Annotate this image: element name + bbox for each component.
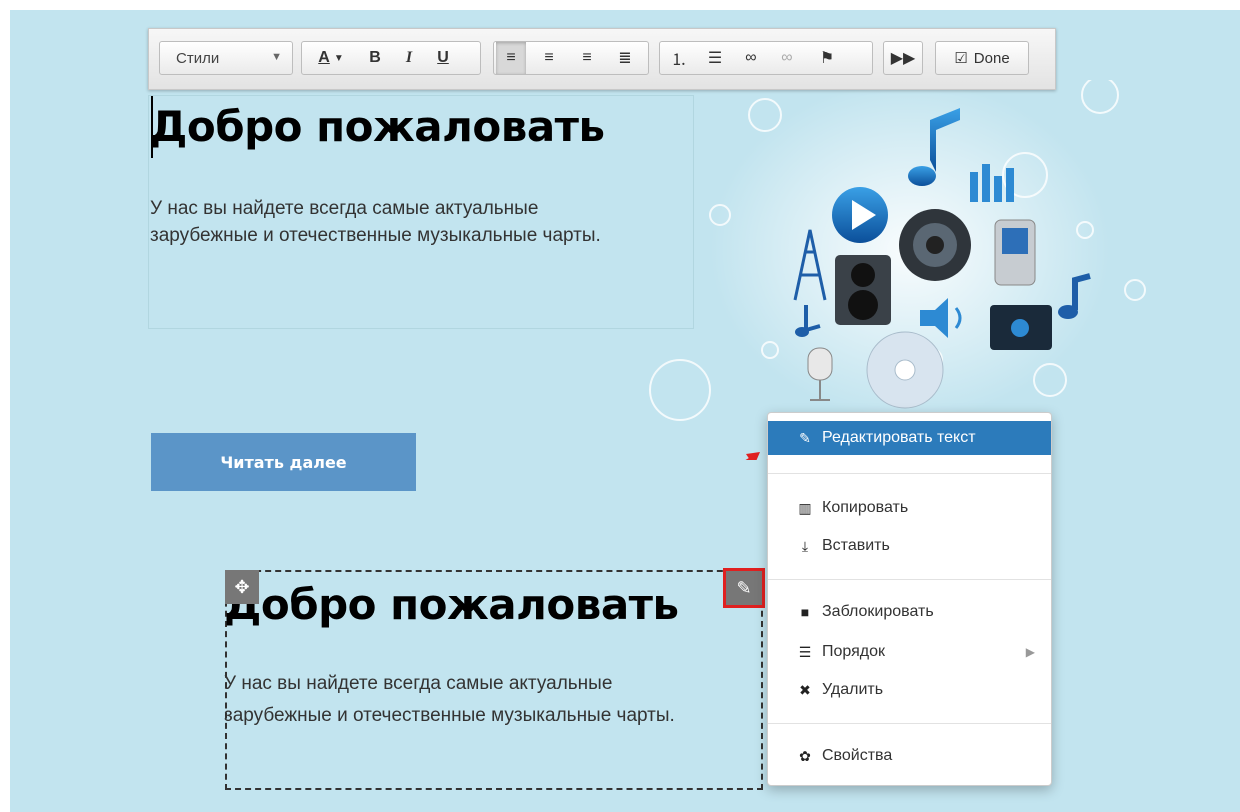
chevron-down-icon: ▼: [333, 52, 344, 64]
menu-item-label: Вставить: [822, 537, 890, 554]
check-square-icon: ☑: [954, 50, 968, 67]
italic-button[interactable]: I: [394, 42, 424, 74]
gear-icon: ✿: [799, 747, 811, 764]
text-editor-toolbar: Стили ▼ A ▼ B I U ≡ ≡ ≡ ≣ ⒈ ☰ ∞ ∞ ⚑ ▶▶ ☑…: [148, 28, 1056, 90]
menu-divider: [768, 579, 1051, 580]
done-button[interactable]: ☑ Done: [938, 42, 1026, 74]
chevron-right-icon: ▶: [1025, 645, 1035, 659]
menu-item-order[interactable]: ☰ Порядок ▶: [768, 635, 1051, 669]
list-link-group: ⒈ ☰ ∞ ∞ ⚑: [659, 41, 873, 75]
menu-item-label: Удалить: [822, 681, 884, 698]
menu-item-label: Редактировать текст: [822, 429, 976, 446]
done-label: Done: [973, 49, 1010, 67]
lock-icon: ■: [800, 604, 810, 620]
welcome-paragraph-2: У нас вы найдете всегда самые актуальные…: [224, 673, 675, 726]
format-group: A ▼ B I U: [301, 41, 481, 75]
forward-icon[interactable]: ▶▶: [888, 42, 918, 74]
menu-item-properties[interactable]: ✿ Свойства: [768, 739, 1051, 773]
link-icon[interactable]: ∞: [736, 42, 766, 74]
welcome-heading[interactable]: Добро пожаловать: [150, 102, 605, 151]
underline-button[interactable]: U: [428, 42, 458, 74]
music-illustration: [649, 80, 1146, 460]
menu-item-label: Копировать: [822, 499, 909, 516]
menu-divider: [768, 473, 1051, 474]
menu-item-paste[interactable]: ⤓ Вставить: [768, 529, 1051, 563]
font-color-button[interactable]: A ▼: [306, 42, 356, 74]
menu-item-label: Заблокировать: [822, 603, 934, 620]
menu-item-delete[interactable]: ✖ Удалить: [768, 673, 1051, 707]
menu-item-copy[interactable]: ▥ Копировать: [768, 491, 1051, 525]
font-color-label: A: [318, 49, 330, 66]
bold-button[interactable]: B: [360, 42, 390, 74]
align-left-icon[interactable]: ≡: [496, 42, 526, 74]
pencil-icon[interactable]: ✎: [723, 568, 765, 608]
menu-item-label: Порядок: [822, 643, 886, 660]
context-menu: ✎ Редактировать текст ▥ Копировать ⤓ Встави…: [767, 412, 1052, 786]
pencil-icon: ✎: [799, 429, 811, 446]
list-icon: ☰: [798, 643, 812, 660]
menu-item-lock[interactable]: ■ Заблокировать: [768, 595, 1051, 629]
close-icon: ✖: [799, 681, 811, 698]
ordered-list-icon[interactable]: ⒈: [664, 42, 694, 74]
menu-divider: [768, 723, 1051, 724]
align-group: ≡ ≡ ≡ ≣: [493, 41, 649, 75]
flag-icon[interactable]: ⚑: [812, 42, 842, 74]
read-more-button[interactable]: Читать далее: [151, 433, 416, 491]
more-group: ▶▶: [883, 41, 923, 75]
menu-item-edit-text[interactable]: ✎ Редактировать текст: [768, 421, 1051, 455]
chevron-down-icon: ▼: [271, 51, 282, 63]
align-right-icon[interactable]: ≡: [572, 42, 602, 74]
styles-dropdown-label: Стили: [176, 50, 220, 67]
move-handle-icon[interactable]: ✥: [225, 570, 259, 604]
download-icon: ⤓: [801, 537, 809, 554]
align-center-icon[interactable]: ≡: [534, 42, 564, 74]
menu-item-label: Свойства: [822, 747, 893, 764]
unordered-list-icon[interactable]: ☰: [700, 42, 730, 74]
align-justify-icon[interactable]: ≣: [610, 42, 640, 74]
page-canvas: Стили ▼ A ▼ B I U ≡ ≡ ≡ ≣ ⒈ ☰ ∞ ∞ ⚑ ▶▶ ☑…: [10, 10, 1240, 812]
unlink-icon[interactable]: ∞: [772, 42, 802, 74]
welcome-paragraph[interactable]: У нас вы найдете всегда самые актуальные…: [150, 195, 650, 249]
welcome-heading-2: Добро пожаловать: [224, 580, 679, 629]
styles-dropdown[interactable]: Стили ▼: [159, 41, 293, 75]
done-group: ☑ Done: [935, 41, 1029, 75]
copy-icon: ▥: [798, 499, 812, 516]
